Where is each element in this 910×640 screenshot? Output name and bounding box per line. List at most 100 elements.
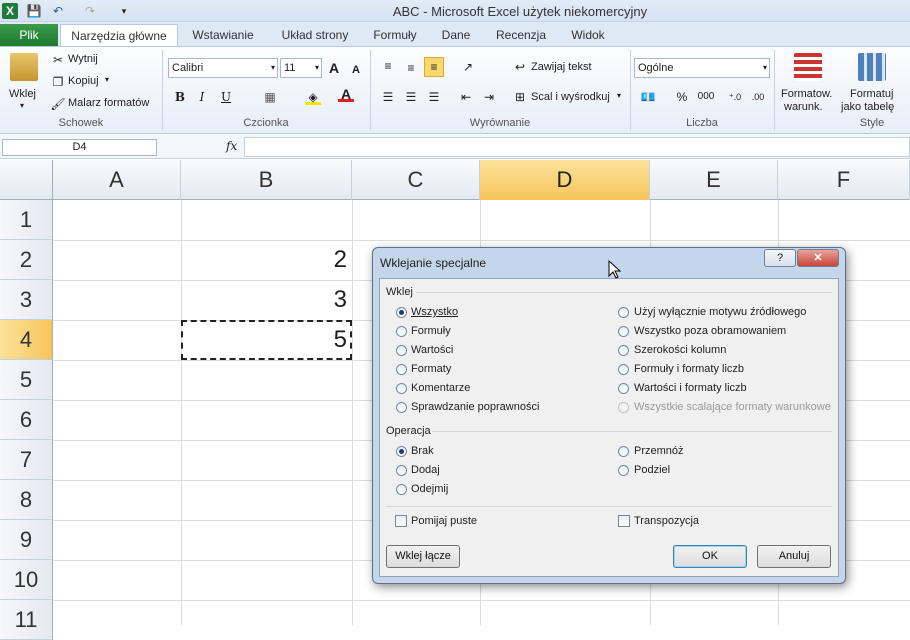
radio-column-widths[interactable] [618,345,629,356]
decrease-indent-icon[interactable]: ⇤ [458,89,474,105]
select-all-corner[interactable] [0,160,53,200]
skip-blanks-checkbox[interactable] [395,515,407,527]
merge-dropdown-icon[interactable]: ▾ [617,91,621,100]
format-as-table-button[interactable]: Formatuj [850,88,893,100]
radio-op-multiply[interactable] [618,446,629,457]
radio-paste-validation[interactable] [396,402,407,413]
bold-button[interactable]: B [172,89,188,105]
paste-button[interactable]: Wklej [9,88,36,100]
radio-source-theme[interactable] [618,307,629,318]
align-center-icon[interactable]: ☰ [403,89,419,105]
row-header-11[interactable]: 11 [0,600,53,640]
tab-page-layout[interactable]: Układ strony [270,24,360,46]
align-top-icon[interactable]: ≡ [380,58,396,74]
increase-indent-icon[interactable]: ⇥ [481,89,497,105]
conditional-formatting-icon[interactable] [794,53,822,81]
radio-paste-formulas[interactable] [396,326,407,337]
thousands-button[interactable]: 000 [697,89,715,105]
column-header-d[interactable]: D [480,160,650,200]
cell-b3[interactable]: 3 [181,280,352,320]
align-left-icon[interactable]: ☰ [380,89,396,105]
wrap-text-icon[interactable]: ↩ [512,59,528,75]
close-button[interactable]: ✕ [797,249,839,267]
row-header-5[interactable]: 5 [0,360,53,400]
radio-paste-formats[interactable] [396,364,407,375]
tab-formulas[interactable]: Formuły [366,24,424,46]
help-button[interactable]: ? [764,249,796,267]
radio-except-borders[interactable] [618,326,629,337]
formula-input[interactable] [244,137,910,157]
merge-center-button[interactable]: Scal i wyśrodkuj [531,91,610,103]
format-as-table-label2[interactable]: jako tabelę [841,101,894,113]
align-right-icon[interactable]: ☰ [426,89,442,105]
row-header-6[interactable]: 6 [0,400,53,440]
name-box[interactable]: D4 [2,139,157,156]
tab-home[interactable]: Narzędzia główne [60,24,178,46]
wrap-text-button[interactable]: Zawijaj tekst [531,61,592,73]
align-middle-icon[interactable]: ≡ [403,60,419,76]
transpose-checkbox[interactable] [618,515,630,527]
insert-function-icon[interactable]: fx [226,139,237,153]
format-painter-icon[interactable]: 🖌 [50,96,66,112]
copy-icon[interactable]: ❐ [50,74,66,90]
copy-button[interactable]: Kopiuj [68,75,99,87]
format-painter-button[interactable]: Malarz formatów [68,97,149,109]
radio-op-subtract[interactable] [396,484,407,495]
font-color-icon[interactable]: A [338,86,354,102]
radio-values-number-formats[interactable] [618,383,629,394]
tab-file[interactable]: Plik [0,24,58,46]
conditional-formatting-button[interactable]: Formatow. [781,88,832,100]
radio-paste-values[interactable] [396,345,407,356]
column-header-a[interactable]: A [53,160,181,200]
tab-review[interactable]: Recenzja [488,24,554,46]
column-header-e[interactable]: E [650,160,778,200]
row-header-1[interactable]: 1 [0,200,53,240]
number-format-combo[interactable]: Ogólne ▾ [634,58,770,78]
currency-icon[interactable]: 💶 [640,89,656,105]
radio-op-none[interactable] [396,446,407,457]
radio-formulas-number-formats[interactable] [618,364,629,375]
shrink-font-icon[interactable]: A [348,62,364,78]
tab-data[interactable]: Dane [430,24,482,46]
percent-button[interactable]: % [674,89,690,105]
merge-center-icon[interactable]: ⊞ [512,89,528,105]
italic-button[interactable]: I [194,89,210,105]
radio-paste-comments[interactable] [396,383,407,394]
grow-font-icon[interactable]: A [326,60,342,76]
ok-button[interactable]: OK [673,545,747,568]
font-size-combo[interactable]: 11 ▾ [280,58,322,78]
tab-insert[interactable]: Wstawianie [182,24,264,46]
row-header-10[interactable]: 10 [0,560,53,600]
cut-icon[interactable]: ✂ [50,52,66,68]
cut-button[interactable]: Wytnij [68,53,98,65]
copy-dropdown-icon[interactable]: ▾ [105,75,109,84]
align-bottom-icon[interactable]: ≡ [424,57,444,77]
increase-decimal-icon[interactable]: ⁺.0 [727,89,743,105]
column-header-b[interactable]: B [181,160,352,200]
underline-button[interactable]: U [218,89,234,105]
borders-icon[interactable]: ▦ [262,89,278,105]
column-header-f[interactable]: F [778,160,910,200]
radio-op-divide[interactable] [618,465,629,476]
paste-dropdown-icon[interactable]: ▾ [20,101,24,110]
paste-icon[interactable] [10,53,38,81]
cancel-button[interactable]: Anuluj [757,545,831,568]
radio-op-add[interactable] [396,465,407,476]
fill-color-icon[interactable]: ◈ [305,89,321,105]
row-header-3[interactable]: 3 [0,280,53,320]
font-name-combo[interactable]: Calibri ▾ [168,58,278,78]
row-header-7[interactable]: 7 [0,440,53,480]
cell-b2[interactable]: 2 [181,240,352,280]
row-header-2[interactable]: 2 [0,240,53,280]
orientation-icon[interactable]: ↗ [460,59,476,75]
radio-paste-all[interactable] [396,307,407,318]
row-header-9[interactable]: 9 [0,520,53,560]
row-header-8[interactable]: 8 [0,480,53,520]
decrease-decimal-icon[interactable]: .00 [750,89,766,105]
row-header-4[interactable]: 4 [0,320,53,360]
format-as-table-icon[interactable] [858,53,886,81]
paste-link-button[interactable]: Wklej łącze [386,545,460,568]
tab-view[interactable]: Widok [560,24,616,46]
column-header-c[interactable]: C [352,160,480,200]
conditional-formatting-label2[interactable]: warunk. [784,101,823,113]
